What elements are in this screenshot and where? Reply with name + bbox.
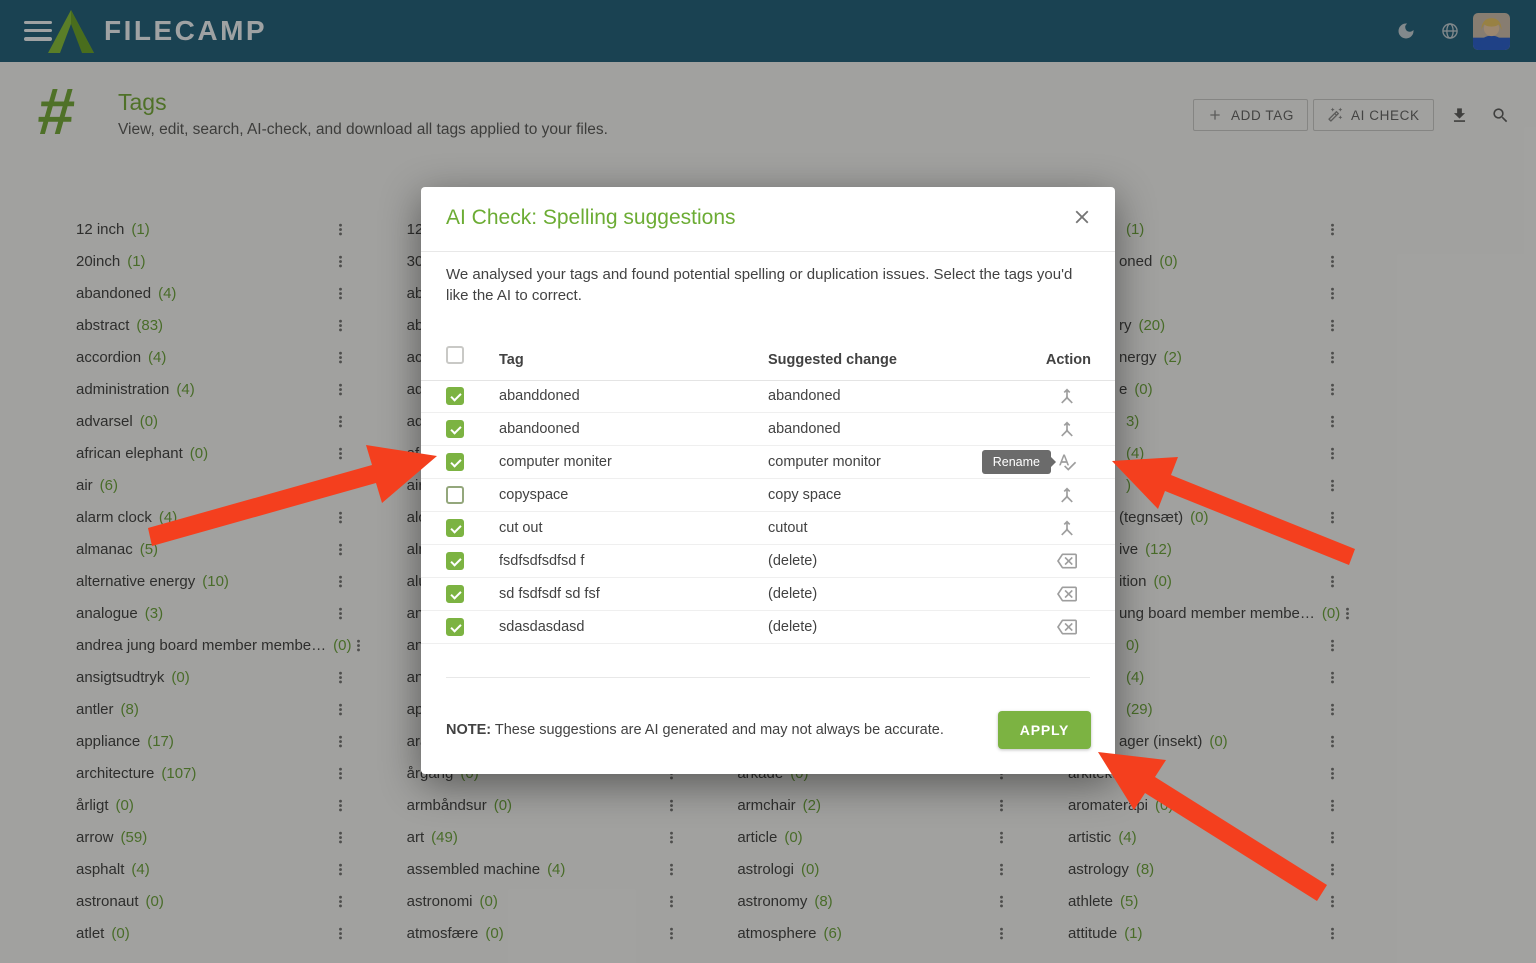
merge-action-icon[interactable] <box>1057 419 1077 439</box>
suggestion-change: (delete) <box>768 586 817 602</box>
select-all-checkbox[interactable] <box>446 346 464 364</box>
action-cell <box>1057 485 1077 505</box>
suggestions-table-header: Tag Suggested change Action <box>421 345 1115 379</box>
row-checkbox[interactable] <box>446 453 464 471</box>
suggestion-tag: fsdfsdfsdfsd f <box>499 553 584 569</box>
suggestion-change: copy space <box>768 487 841 503</box>
row-checkbox[interactable] <box>446 486 464 504</box>
suggestion-row: computer moniter computer monitor Rename <box>421 446 1115 479</box>
suggestion-tag: abanddoned <box>499 388 580 404</box>
suggestion-row: abandooned abandoned <box>421 413 1115 446</box>
suggestion-tag: cut out <box>499 520 543 536</box>
rename-tooltip: Rename <box>982 450 1051 474</box>
column-header-tag: Tag <box>499 352 524 368</box>
suggestion-change: abandoned <box>768 421 841 437</box>
suggestion-tag: computer moniter <box>499 454 612 470</box>
suggestion-tag: copyspace <box>499 487 568 503</box>
merge-action-icon[interactable] <box>1057 518 1077 538</box>
merge-action-icon[interactable] <box>1057 485 1077 505</box>
suggestion-row: abanddoned abandoned <box>421 380 1115 413</box>
column-header-suggested: Suggested change <box>768 352 897 368</box>
suggestion-change: (delete) <box>768 619 817 635</box>
action-cell <box>1057 617 1077 637</box>
ai-note: NOTE: These suggestions are AI generated… <box>446 722 944 738</box>
modal-description: We analysed your tags and found potentia… <box>446 264 1094 306</box>
suggestion-row: sdasdasdasd (delete) <box>421 611 1115 644</box>
suggestion-tag: sdasdasdasd <box>499 619 584 635</box>
delete-action-icon[interactable] <box>1057 617 1077 637</box>
row-checkbox[interactable] <box>446 618 464 636</box>
action-cell <box>1057 386 1077 406</box>
modal-footer-divider <box>446 677 1090 678</box>
suggestion-change: cutout <box>768 520 808 536</box>
suggestions-table-body: abanddoned abandoned abandooned abandone… <box>421 380 1115 644</box>
row-checkbox[interactable] <box>446 420 464 438</box>
suggestion-row: cut out cutout <box>421 512 1115 545</box>
suggestion-row: fsdfsdfsdfsd f (delete) <box>421 545 1115 578</box>
column-header-action: Action <box>1046 352 1091 368</box>
action-cell <box>1057 584 1077 604</box>
merge-action-icon[interactable] <box>1057 386 1077 406</box>
row-checkbox[interactable] <box>446 519 464 537</box>
action-cell <box>1057 518 1077 538</box>
suggestion-row: copyspace copy space <box>421 479 1115 512</box>
row-checkbox[interactable] <box>446 552 464 570</box>
suggestion-change: (delete) <box>768 553 817 569</box>
delete-action-icon[interactable] <box>1057 584 1077 604</box>
modal-title: AI Check: Spelling suggestions <box>446 206 736 230</box>
close-icon[interactable] <box>1071 206 1093 228</box>
ai-check-modal: AI Check: Spelling suggestions We analys… <box>421 187 1115 774</box>
row-checkbox[interactable] <box>446 387 464 405</box>
apply-button[interactable]: APPLY <box>998 711 1091 749</box>
suggestion-tag: abandooned <box>499 421 580 437</box>
action-cell <box>1057 419 1077 439</box>
row-checkbox[interactable] <box>446 585 464 603</box>
suggestion-change: computer monitor <box>768 454 881 470</box>
suggestion-row: sd fsdfsdf sd fsf (delete) <box>421 578 1115 611</box>
suggestion-tag: sd fsdfsdf sd fsf <box>499 586 600 602</box>
action-cell <box>1057 551 1077 571</box>
modal-header-divider <box>421 251 1115 252</box>
delete-action-icon[interactable] <box>1057 551 1077 571</box>
suggestion-change: abandoned <box>768 388 841 404</box>
